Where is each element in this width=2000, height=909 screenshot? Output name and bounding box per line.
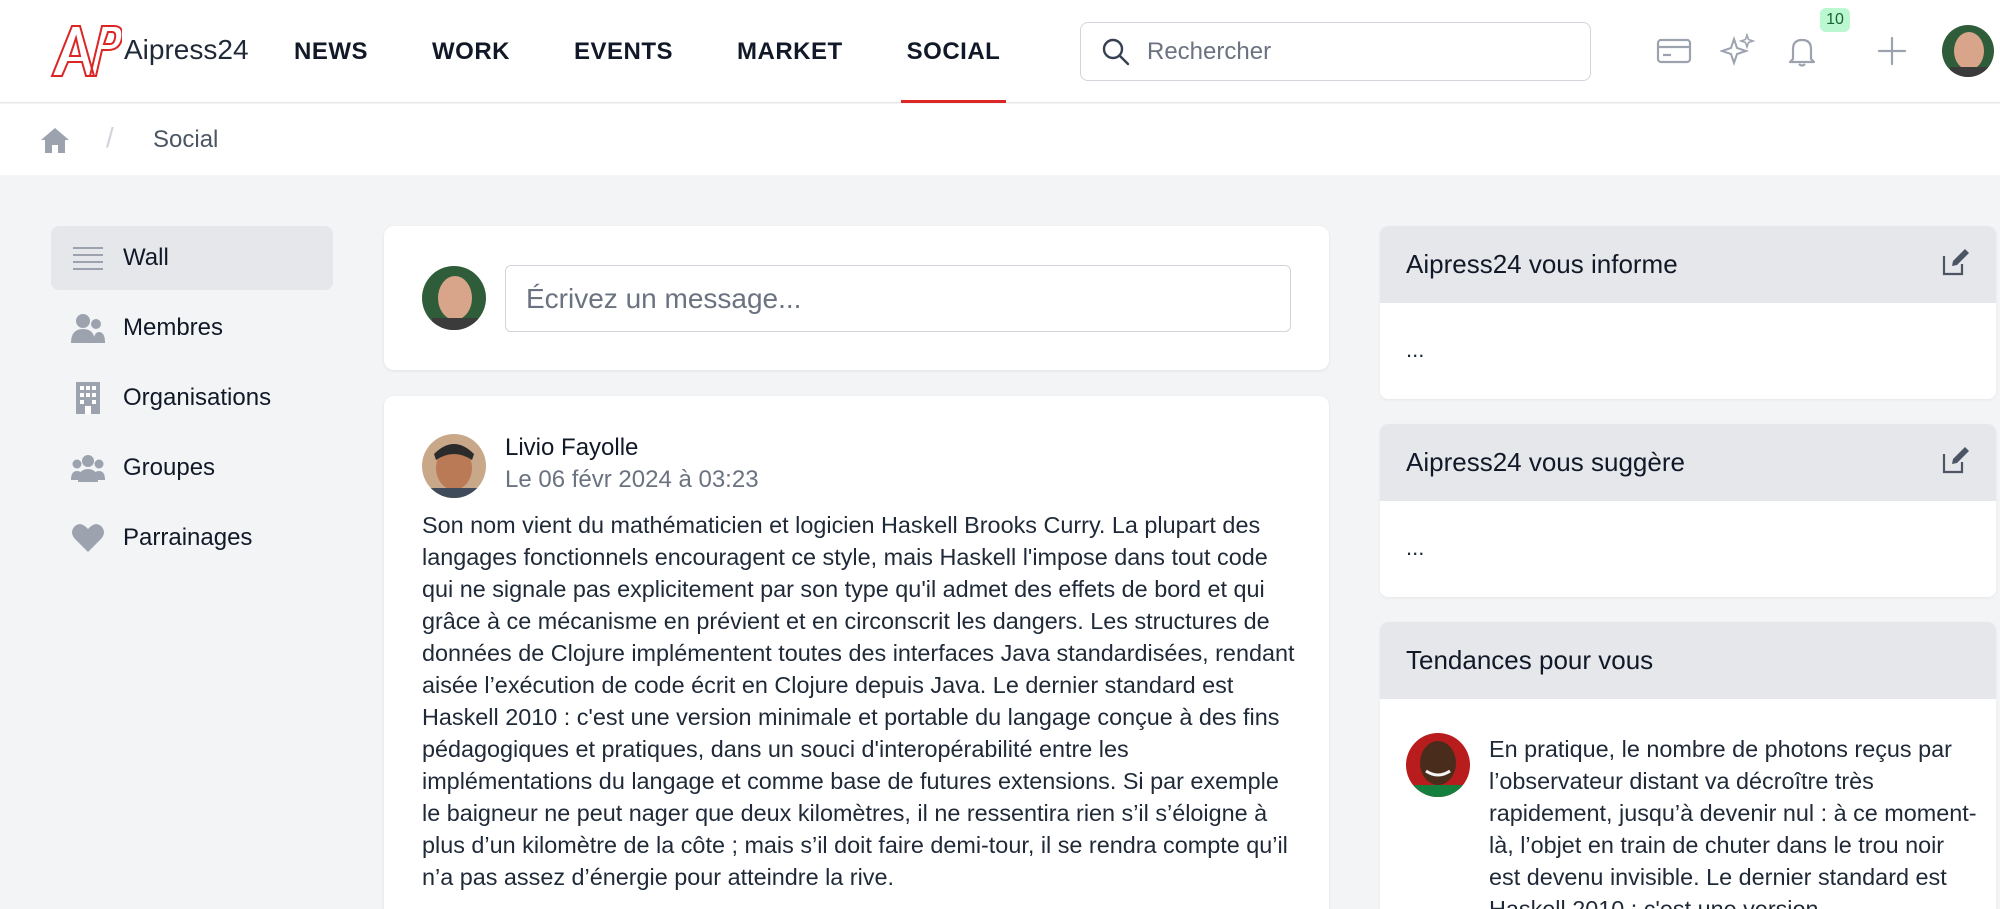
home-icon[interactable] — [40, 126, 70, 154]
panel-informe: Aipress24 vous informe ... — [1380, 226, 1996, 399]
bell-icon[interactable] — [1784, 33, 1820, 69]
breadcrumb: / Social — [0, 104, 2000, 175]
sidebar-item-label: Wall — [123, 244, 169, 271]
search-box[interactable] — [1080, 22, 1591, 81]
list-icon — [71, 241, 105, 275]
post-composer — [384, 226, 1329, 370]
panel-header: Aipress24 vous informe — [1380, 226, 1996, 303]
trend-list: En pratique, le nombre de photons reçus … — [1380, 699, 1996, 909]
sparkles-icon[interactable] — [1720, 33, 1756, 69]
sidebar-item-label: Groupes — [123, 454, 216, 481]
sidebar-item-label: Organisations — [123, 384, 272, 411]
users-icon — [71, 311, 105, 345]
notification-badge: 10 — [1820, 8, 1850, 32]
plus-icon[interactable] — [1874, 33, 1910, 69]
nav-work[interactable]: WORK — [426, 0, 516, 103]
post-body: Son nom vient du mathématicien et logici… — [422, 512, 1295, 890]
panel-title: Tendances pour vous — [1406, 645, 1654, 675]
logo-text: Aipress24 — [124, 34, 249, 65]
post-author[interactable]: Livio Fayolle — [505, 434, 638, 462]
panel-header: Aipress24 vous suggère — [1380, 424, 1996, 501]
logo-icon — [50, 25, 122, 77]
trend-text: En pratique, le nombre de photons reçus … — [1489, 736, 1977, 909]
sidebar-item-parrainages[interactable]: Parrainages — [51, 506, 333, 570]
panel-suggere: Aipress24 vous suggère ... — [1380, 424, 1996, 597]
heart-icon — [71, 521, 105, 555]
search-icon — [1102, 38, 1130, 65]
main-nav: NEWS WORK EVENTS MARKET SOCIAL — [288, 0, 1058, 103]
breadcrumb-current: Social — [153, 126, 219, 153]
avatar-image — [1942, 25, 1994, 77]
panel-title: Aipress24 vous suggère — [1406, 447, 1685, 477]
sidebar-item-organisations[interactable]: Organisations — [51, 366, 333, 430]
card-icon[interactable] — [1656, 33, 1692, 69]
nav-news[interactable]: NEWS — [288, 0, 374, 103]
sidebar-item-groupes[interactable]: Groupes — [51, 436, 333, 500]
user-avatar[interactable] — [1942, 25, 1994, 77]
nav-market[interactable]: MARKET — [731, 0, 849, 103]
search-input[interactable] — [1147, 37, 1567, 66]
panel-title: Aipress24 vous informe — [1406, 249, 1678, 279]
panel-body: ... — [1406, 535, 1425, 560]
edit-icon[interactable] — [1940, 248, 1970, 278]
message-input[interactable] — [505, 265, 1291, 332]
panel-tendances: Tendances pour vous En pratique, le nomb… — [1380, 622, 1996, 909]
panel-body: ... — [1406, 337, 1425, 362]
panel-header: Tendances pour vous — [1380, 622, 1996, 699]
breadcrumb-separator: / — [106, 122, 114, 153]
avatar — [422, 266, 486, 330]
avatar[interactable] — [422, 434, 486, 498]
post-date: Le 06 févr 2024 à 03:23 — [505, 466, 759, 493]
sidebar-item-wall[interactable]: Wall — [51, 226, 333, 290]
nav-events[interactable]: EVENTS — [568, 0, 679, 103]
edit-icon[interactable] — [1940, 446, 1970, 476]
wall-post: Livio Fayolle Le 06 févr 2024 à 03:23 So… — [384, 396, 1329, 909]
logo[interactable]: Aipress24 — [50, 22, 249, 78]
avatar — [1406, 733, 1470, 797]
sidebar: Wall Membres Organisations Groupes Parra… — [51, 226, 333, 576]
building-icon — [71, 381, 105, 415]
sidebar-item-label: Parrainages — [123, 524, 253, 551]
top-navbar: Aipress24 NEWS WORK EVENTS MARKET SOCIAL… — [0, 0, 2000, 103]
nav-social[interactable]: SOCIAL — [900, 0, 1007, 103]
group-icon — [71, 451, 105, 485]
sidebar-item-membres[interactable]: Membres — [51, 296, 333, 360]
sidebar-item-label: Membres — [123, 314, 224, 341]
